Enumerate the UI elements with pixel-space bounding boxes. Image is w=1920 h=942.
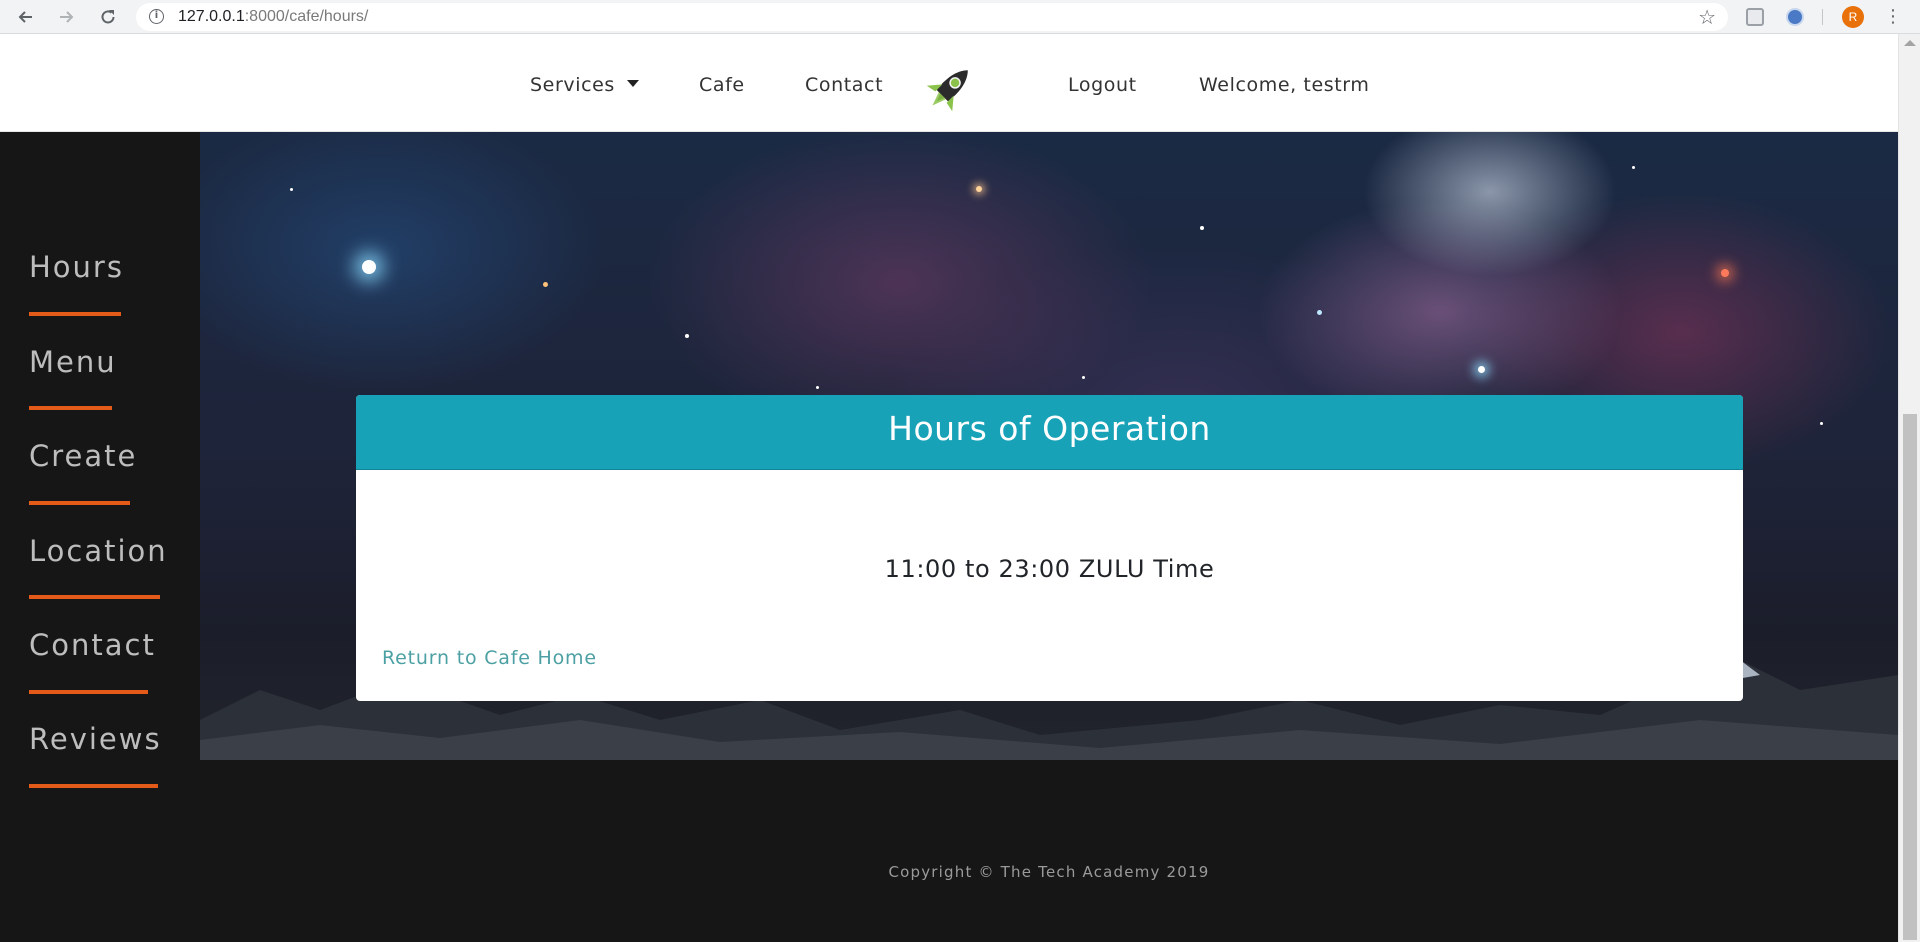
sidebar-underline xyxy=(29,784,158,788)
nav-logout-link[interactable]: Logout xyxy=(1068,74,1137,96)
back-icon[interactable] xyxy=(14,5,38,29)
card-title: Hours of Operation xyxy=(888,409,1211,448)
star xyxy=(543,282,548,287)
bookmark-star-icon[interactable]: ☆ xyxy=(1698,5,1716,29)
star xyxy=(1082,376,1085,379)
profile-avatar[interactable]: R xyxy=(1842,6,1864,28)
url-text[interactable]: 127.0.0.1:8000/cafe/hours/ xyxy=(178,8,368,26)
sidebar-item-menu[interactable]: Menu xyxy=(29,345,117,379)
sidebar: Hours Menu Create Location Contact Revie… xyxy=(0,132,200,942)
star xyxy=(362,260,376,274)
sidebar-underline xyxy=(29,690,148,694)
caret-down-icon xyxy=(626,80,639,87)
nav-services-dropdown[interactable]: Services xyxy=(530,74,639,96)
star xyxy=(685,334,689,338)
welcome-text: Welcome, testrm xyxy=(1199,74,1370,96)
star xyxy=(816,386,819,389)
hours-card: Hours of Operation 11:00 to 23:00 ZULU T… xyxy=(356,395,1743,701)
copyright-text: Copyright © The Tech Academy 2019 xyxy=(888,863,1210,881)
star xyxy=(290,188,293,191)
sidebar-item-contact[interactable]: Contact xyxy=(29,628,156,662)
star xyxy=(1478,366,1485,373)
address-bar[interactable]: i 127.0.0.1:8000/cafe/hours/ ☆ xyxy=(136,3,1728,31)
forward-icon[interactable] xyxy=(54,5,78,29)
star xyxy=(1820,422,1823,425)
scroll-thumb[interactable] xyxy=(1903,414,1917,940)
toolbar-separator xyxy=(1822,9,1823,25)
kebab-menu-icon[interactable]: ⋮ xyxy=(1884,6,1902,28)
browser-toolbar: i 127.0.0.1:8000/cafe/hours/ ☆ R ⋮ xyxy=(0,0,1920,34)
page-scrollbar[interactable] xyxy=(1898,34,1920,942)
extension-icon[interactable] xyxy=(1786,8,1804,26)
sidebar-underline xyxy=(29,406,112,410)
star xyxy=(1632,166,1635,169)
star xyxy=(1317,310,1322,315)
sidebar-underline xyxy=(29,312,121,316)
sidebar-item-hours[interactable]: Hours xyxy=(29,250,124,284)
nav-contact-link[interactable]: Contact xyxy=(805,74,883,96)
site-info-icon[interactable]: i xyxy=(149,9,164,24)
sidebar-item-create[interactable]: Create xyxy=(29,439,137,473)
return-home-link[interactable]: Return to Cafe Home xyxy=(382,647,597,669)
extension-icon[interactable] xyxy=(1746,8,1764,26)
sidebar-item-location[interactable]: Location xyxy=(29,534,168,568)
scroll-up-icon[interactable] xyxy=(1904,40,1916,46)
sidebar-underline xyxy=(29,595,160,599)
nav-cafe-link[interactable]: Cafe xyxy=(699,74,745,96)
card-header: Hours of Operation xyxy=(356,395,1743,470)
sidebar-underline xyxy=(29,501,130,505)
rocket-logo-icon[interactable] xyxy=(916,58,980,122)
footer: Copyright © The Tech Academy 2019 xyxy=(200,760,1898,942)
hours-text: 11:00 to 23:00 ZULU Time xyxy=(884,555,1215,583)
reload-icon[interactable] xyxy=(96,5,120,29)
star xyxy=(976,186,982,192)
sidebar-item-reviews[interactable]: Reviews xyxy=(29,722,162,756)
star xyxy=(1200,226,1204,230)
nav-services-label: Services xyxy=(530,74,615,96)
star xyxy=(1721,269,1729,277)
